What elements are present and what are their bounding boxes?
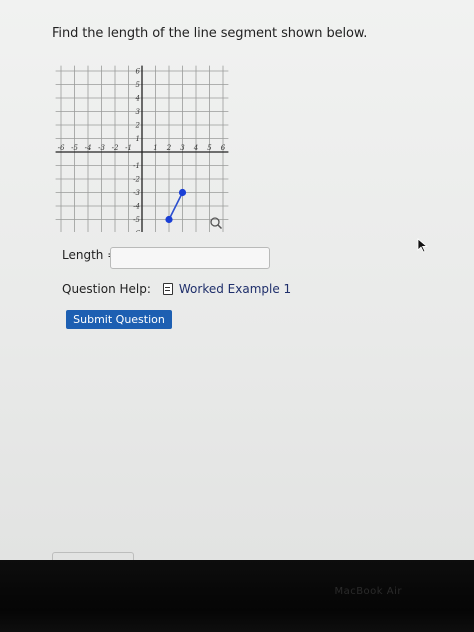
- x-tick-label: 1: [153, 144, 157, 152]
- x-tick-label: -1: [125, 144, 132, 152]
- x-tick-label: -3: [98, 144, 105, 152]
- mouse-cursor-icon: [417, 238, 428, 253]
- x-tick-label: -2: [112, 144, 119, 152]
- x-tick-label: 6: [221, 144, 226, 152]
- submit-question-button[interactable]: Submit Question: [66, 310, 172, 329]
- y-tick-label: -3: [133, 189, 140, 197]
- y-tick-label: 5: [136, 81, 141, 89]
- y-tick-label: 4: [135, 95, 140, 103]
- segment-endpoint-end: [178, 188, 187, 197]
- y-tick-label: 2: [135, 122, 141, 130]
- worked-example-link[interactable]: Worked Example 1: [179, 282, 291, 296]
- length-input[interactable]: [110, 247, 270, 269]
- x-tick-label: 5: [207, 144, 212, 152]
- y-tick-label: -2: [133, 176, 140, 184]
- y-tick-label: 1: [136, 135, 140, 143]
- x-tick-label: -4: [85, 144, 92, 152]
- question-prompt: Find the length of the line segment show…: [52, 26, 368, 41]
- bezel-brand-label: MacBook Air: [334, 586, 402, 597]
- laptop-bezel: MacBook Air: [0, 560, 474, 632]
- x-tick-label: -6: [58, 144, 65, 152]
- graph-axes: [55, 65, 229, 232]
- question-help-label: Question Help:: [62, 282, 151, 296]
- y-tick-label: -1: [133, 162, 140, 170]
- y-tick-labels: 6 5 4 3 2 1 -1 -2 -3 -4 -5 -6: [133, 68, 140, 233]
- length-label: Length =: [62, 248, 118, 262]
- question-page: Find the length of the line segment show…: [0, 0, 474, 563]
- y-tick-label: -5: [133, 216, 140, 224]
- x-tick-label: 4: [193, 144, 198, 152]
- x-tick-label: -5: [71, 144, 78, 152]
- y-tick-label: -6: [133, 230, 140, 233]
- y-tick-label: 3: [136, 108, 141, 116]
- y-tick-label: -4: [133, 203, 140, 211]
- y-tick-label: 6: [136, 68, 141, 76]
- x-tick-label: 2: [166, 144, 172, 152]
- coordinate-graph: -6-5-4-3-2-1123456 654321-1-2-3-4-5-6: [55, 65, 229, 233]
- question-help-row: Question Help: Worked Example 1: [62, 282, 291, 296]
- segment-endpoint-start: [165, 215, 173, 224]
- document-icon[interactable]: [162, 283, 173, 295]
- x-tick-label: 3: [180, 144, 185, 152]
